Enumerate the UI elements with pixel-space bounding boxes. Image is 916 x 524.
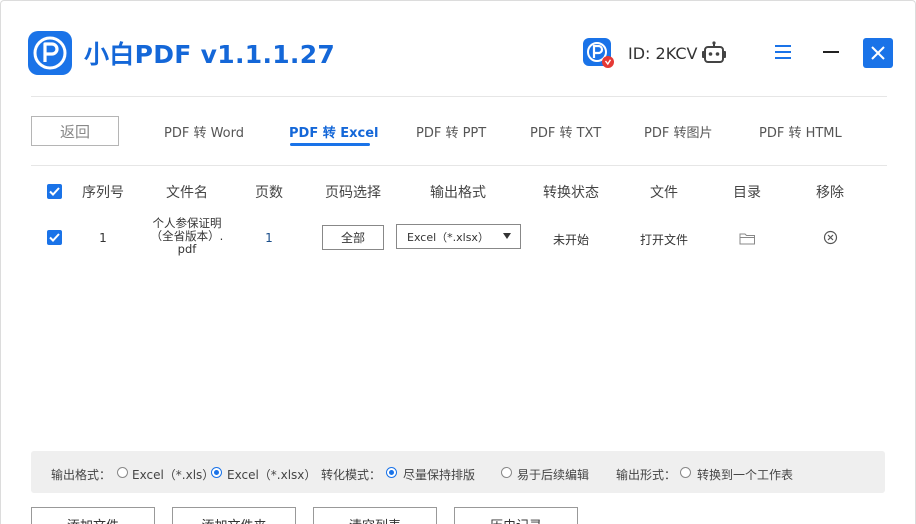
header-status: 转换状态: [543, 185, 599, 201]
header-filename: 文件名: [166, 185, 208, 201]
header-directory: 目录: [733, 185, 761, 201]
output-format-select[interactable]: Excel（*.xlsx）: [396, 224, 521, 249]
tab-pdf-to-ppt[interactable]: PDF 转 PPT: [416, 122, 486, 141]
title-bar: 小白PDF v1.1.1.27 ID: 2KCV: [1, 1, 915, 97]
page-select-button[interactable]: 全部: [322, 225, 384, 250]
single-sheet-label[interactable]: 转换到一个工作表: [697, 466, 793, 483]
add-file-button[interactable]: 添加文件: [31, 507, 155, 524]
row-pages: 1: [265, 231, 273, 245]
row-status: 未开始: [552, 233, 590, 247]
minimize-icon[interactable]: [821, 43, 841, 61]
radio-format-xlsx[interactable]: [211, 467, 222, 478]
header-divider: [31, 96, 887, 97]
radio-mode-keep-layout[interactable]: [386, 467, 397, 478]
row-filename: 个人参保证明 （全省版本）. pdf: [142, 217, 232, 256]
tab-pdf-to-image[interactable]: PDF 转图片: [644, 122, 712, 141]
format-xls-label[interactable]: Excel（*.xls）: [132, 466, 214, 483]
output-format-label: 输出格式：: [51, 468, 112, 482]
filename-line: pdf: [177, 242, 197, 256]
output-form-label: 输出形式：: [616, 468, 677, 482]
user-id-label: ID: 2KCV: [628, 44, 698, 63]
clear-list-button[interactable]: 清空列表: [313, 507, 437, 524]
vip-avatar-icon[interactable]: [582, 37, 614, 69]
app-title: 小白PDF v1.1.1.27: [84, 40, 336, 69]
history-button[interactable]: 历史记录: [454, 507, 578, 524]
app-logo-icon: [28, 31, 72, 75]
remove-icon[interactable]: [823, 230, 838, 245]
options-bar: 输出格式： Excel（*.xls） Excel（*.xlsx） 转化模式： 尽…: [31, 451, 885, 493]
menu-icon[interactable]: [773, 43, 793, 61]
header-file: 文件: [650, 185, 678, 201]
dropdown-arrow-icon: [503, 233, 511, 239]
row-index: 1: [99, 231, 107, 245]
tab-pdf-to-txt[interactable]: PDF 转 TXT: [530, 122, 601, 141]
add-folder-button[interactable]: 添加文件夹: [172, 507, 296, 524]
mode-label: 转化模式：: [321, 468, 382, 482]
close-icon: [871, 46, 885, 60]
tab-pdf-to-word[interactable]: PDF 转 Word: [164, 122, 244, 141]
tabs-divider: [31, 165, 887, 166]
tab-pdf-to-excel[interactable]: PDF 转 Excel: [289, 122, 379, 141]
row-checkbox[interactable]: [47, 230, 62, 245]
radio-mode-easy-edit[interactable]: [501, 467, 512, 478]
radio-single-sheet[interactable]: [680, 467, 691, 478]
folder-icon[interactable]: [739, 230, 756, 245]
close-button[interactable]: [863, 38, 893, 68]
tab-pdf-to-html[interactable]: PDF 转 HTML: [759, 122, 842, 141]
active-tab-indicator: [290, 143, 370, 146]
app-window: 小白PDF v1.1.1.27 ID: 2KCV 返回 PDF 转 Word P…: [0, 0, 916, 524]
mode-keep-layout-label[interactable]: 尽量保持排版: [403, 466, 475, 483]
header-pages: 页数: [255, 185, 283, 201]
header-page-select: 页码选择: [325, 185, 381, 201]
mode-easy-edit-label[interactable]: 易于后续编辑: [517, 466, 589, 483]
robot-support-icon[interactable]: [701, 41, 727, 65]
header-index: 序列号: [82, 185, 124, 201]
output-format-value: Excel（*.xlsx）: [407, 230, 489, 244]
select-all-checkbox[interactable]: [47, 184, 62, 199]
header-output-format: 输出格式: [430, 185, 486, 201]
header-remove: 移除: [816, 185, 844, 201]
open-file-link[interactable]: 打开文件: [640, 231, 688, 248]
back-button[interactable]: 返回: [31, 116, 119, 146]
radio-format-xls[interactable]: [117, 467, 128, 478]
format-xlsx-label[interactable]: Excel（*.xlsx）: [227, 466, 316, 483]
